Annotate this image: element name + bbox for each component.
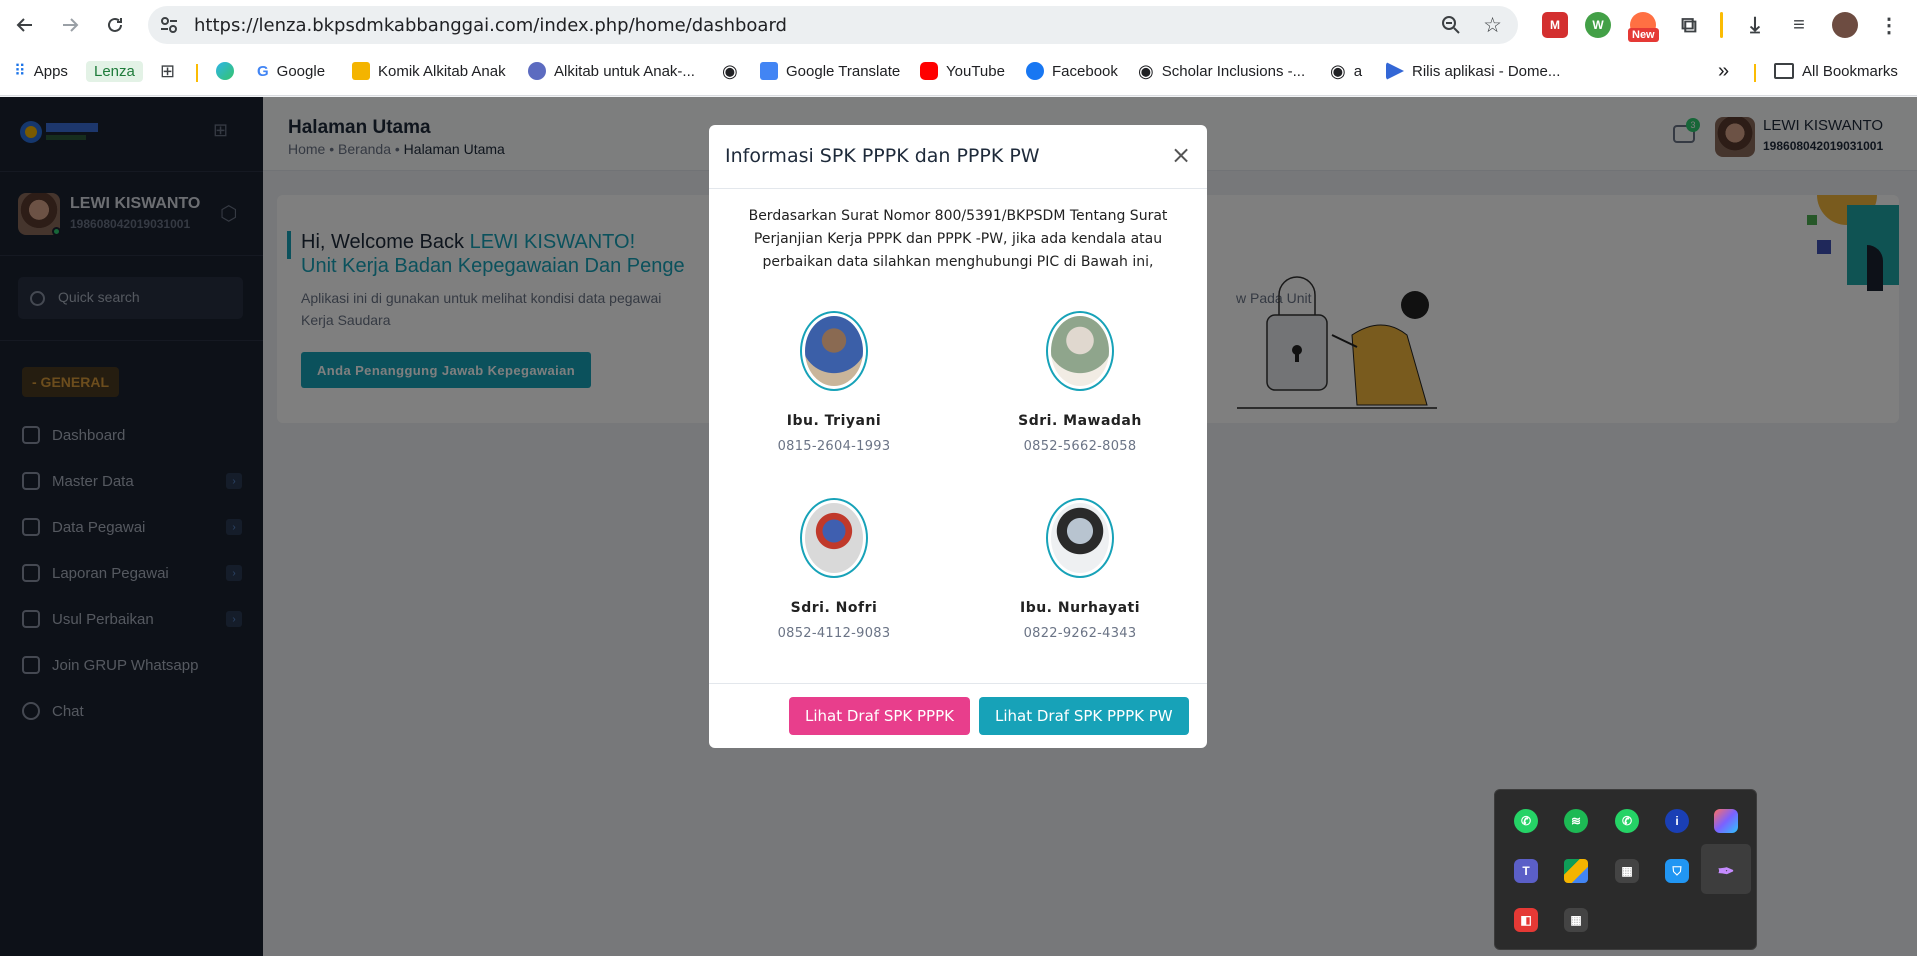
back-button[interactable] — [10, 10, 40, 40]
rilis-icon — [1386, 62, 1404, 80]
pic-name: Ibu. Nurhayati — [1019, 600, 1141, 616]
spotify-icon[interactable]: ≋ — [1564, 809, 1588, 833]
pic-card: Sdri. Mawadah 0852-5662-8058 — [980, 311, 1180, 454]
pic-card: Sdri. Nofri 0852-4112-9083 — [734, 498, 934, 641]
globe-icon: ◉ — [1138, 60, 1154, 81]
pic-photo — [800, 311, 868, 391]
globe-icon: ◉ — [722, 60, 738, 81]
grid-icon: ⊞ — [160, 60, 176, 81]
alkitab-icon — [528, 62, 546, 80]
facebook-icon — [1026, 62, 1044, 80]
pic-phone: 0852-4112-9083 — [777, 626, 891, 641]
bookmark-grid[interactable]: ⊞ — [160, 58, 175, 84]
bookmark-lenza[interactable]: Lenza — [86, 58, 143, 84]
whatsapp-icon[interactable]: ✆ — [1514, 809, 1538, 833]
forward-button[interactable] — [55, 10, 85, 40]
google-icon: G — [257, 62, 269, 80]
mendeley-extension-icon[interactable]: M — [1542, 12, 1568, 38]
bookmark-apps[interactable]: ⠿ Apps — [14, 58, 68, 84]
quill-icon[interactable]: ✒ — [1714, 859, 1738, 883]
bookmark-youtube[interactable]: YouTube — [920, 58, 1005, 84]
modal-footer-divider — [709, 683, 1207, 684]
system-tray-flyout: ✆ ≋ ✆ i T ▦ ⛉ ✒ ◧ ▦ — [1494, 789, 1757, 950]
pic-name: Ibu. Triyani — [786, 413, 882, 429]
url-text[interactable]: https://lenza.bkpsdmkabbanggai.com/index… — [194, 15, 787, 36]
arrow-right-icon — [63, 18, 79, 32]
bookmark-google[interactable]: G Google — [257, 58, 325, 84]
lihat-draf-spk-pppk-button[interactable]: Lihat Draf SPK PPPK — [789, 697, 970, 735]
bookmark-star-icon[interactable]: ☆ — [1483, 13, 1502, 38]
pic-phone: 0815-2604-1993 — [777, 439, 891, 454]
bookmark-all[interactable]: All Bookmarks — [1774, 58, 1898, 84]
translate-icon — [760, 62, 778, 80]
new-badge: New — [1628, 28, 1659, 42]
pic-phone: 0852-5662-8058 — [1023, 439, 1137, 454]
profile-avatar[interactable] — [1832, 12, 1858, 38]
edge-icon — [216, 62, 234, 80]
bookmark-komik[interactable]: Komik Alkitab Anak — [352, 58, 506, 84]
teams-icon[interactable]: T — [1514, 859, 1538, 883]
info-icon[interactable]: i — [1665, 809, 1689, 833]
bookmark-alkitab[interactable]: Alkitab untuk Anak-... — [528, 58, 695, 84]
bookmark-a[interactable]: ◉ a — [1330, 58, 1362, 84]
bookmark-facebook[interactable]: Facebook — [1026, 58, 1118, 84]
copilot-icon[interactable] — [1714, 809, 1738, 833]
pic-name: Sdri. Mawadah — [1018, 413, 1142, 429]
reload-icon — [108, 17, 122, 32]
bookmark-translate[interactable]: Google Translate — [760, 58, 900, 84]
youtube-icon — [920, 62, 938, 80]
reload-button[interactable] — [100, 10, 130, 40]
puzzle-extensions-icon[interactable]: ⧉ — [1676, 12, 1702, 38]
browser-chrome: https://lenza.bkpsdmkabbanggai.com/index… — [0, 0, 1917, 96]
lihat-draf-spk-pppk-pw-button[interactable]: Lihat Draf SPK PPPK PW — [979, 697, 1189, 735]
clapperboard-icon[interactable]: ▦ — [1615, 859, 1639, 883]
folder-icon — [1774, 63, 1794, 79]
pic-card: Ibu. Triyani 0815-2604-1993 — [734, 311, 934, 454]
bookmark-separator — [1754, 64, 1756, 82]
modal-header-divider — [709, 188, 1207, 189]
close-button[interactable]: × — [1171, 143, 1191, 167]
arrow-left-icon — [16, 18, 32, 32]
pic-photo — [1046, 311, 1114, 391]
media-control-icon[interactable]: ≡ — [1786, 12, 1812, 38]
browser-toolbar: https://lenza.bkpsdmkabbanggai.com/index… — [0, 0, 1917, 52]
bookmarks-overflow-button[interactable]: » — [1718, 58, 1729, 84]
toolbar-separator — [1720, 12, 1723, 38]
wa-extension-icon[interactable]: W — [1585, 12, 1611, 38]
apps-grid-icon: ⠿ — [14, 63, 26, 80]
info-spk-modal: Informasi SPK PPPK dan PPPK PW × Berdasa… — [709, 125, 1207, 748]
pic-photo — [800, 498, 868, 578]
whatsapp-icon[interactable]: ✆ — [1615, 809, 1639, 833]
modal-title: Informasi SPK PPPK dan PPPK PW — [725, 145, 1040, 167]
bookmark-globe[interactable]: ◉ — [722, 58, 738, 84]
pic-card: Ibu. Nurhayati 0822-9262-4343 — [980, 498, 1180, 641]
screen-share-icon[interactable]: ◧ — [1514, 908, 1538, 932]
clapperboard-icon[interactable]: ▦ — [1564, 908, 1588, 932]
bookmark-separator — [196, 64, 198, 82]
komik-icon — [352, 62, 370, 80]
pic-phone: 0822-9262-4343 — [1023, 626, 1137, 641]
bookmark-rilis[interactable]: Rilis aplikasi - Dome... — [1386, 58, 1560, 84]
modal-intro-text: Berdasarkan Surat Nomor 800/5391/BKPSDM … — [748, 208, 1168, 270]
bookmark-scholar[interactable]: ◉ Scholar Inclusions -... — [1138, 58, 1305, 84]
menu-kebab-icon[interactable]: ⋮ — [1876, 12, 1902, 38]
site-settings-icon[interactable] — [158, 14, 180, 36]
pic-photo — [1046, 498, 1114, 578]
close-icon: × — [1171, 141, 1192, 169]
address-bar[interactable]: https://lenza.bkpsdmkabbanggai.com/index… — [148, 6, 1518, 44]
google-drive-icon[interactable] — [1564, 859, 1588, 883]
globe-icon: ◉ — [1330, 60, 1346, 81]
defender-icon[interactable]: ⛉ — [1665, 859, 1689, 883]
bookmark-edge[interactable] — [216, 58, 234, 84]
zoom-icon[interactable] — [1440, 14, 1462, 36]
pic-name: Sdri. Nofri — [790, 600, 878, 616]
download-icon[interactable]: ⤓ — [1742, 12, 1768, 38]
bookmarks-bar: ⠿ Apps Lenza ⊞ G Google Komik Alkitab An… — [0, 52, 1917, 88]
